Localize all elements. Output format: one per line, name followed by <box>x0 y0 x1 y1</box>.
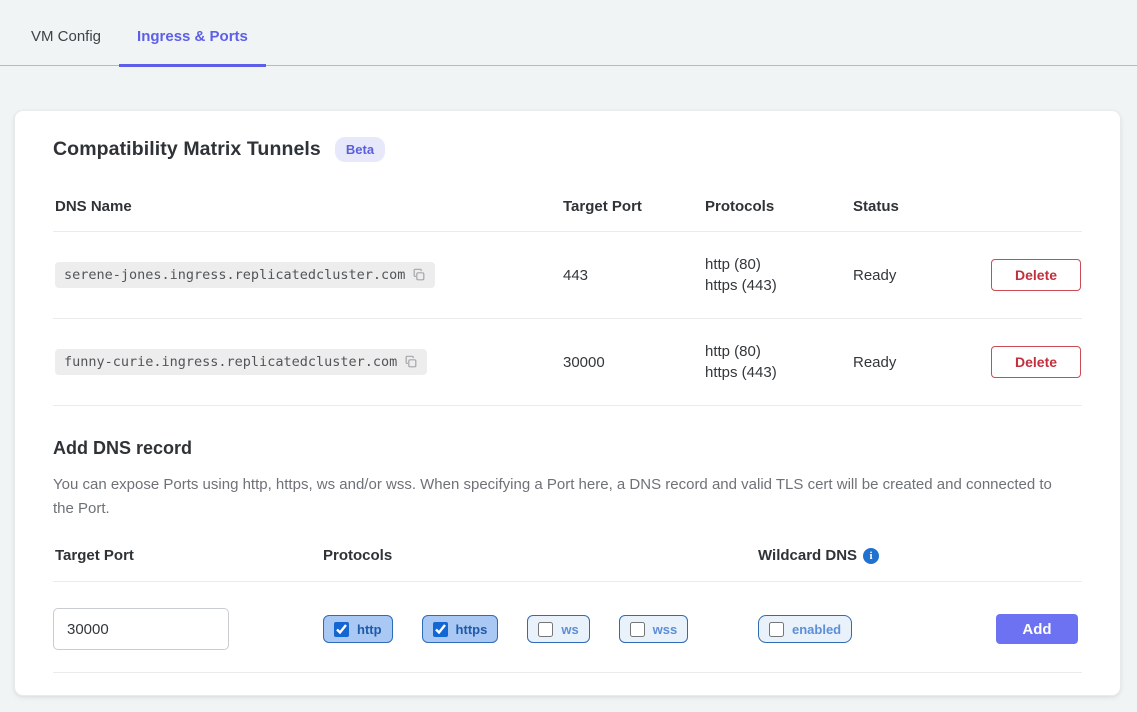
page-title: Compatibility Matrix Tunnels <box>53 138 321 161</box>
form-label-wildcard-dns: Wildcard DNS <box>758 547 857 564</box>
enabled-checkbox[interactable] <box>769 622 784 637</box>
protocol-checkbox-http[interactable]: http <box>323 615 393 643</box>
col-header-dns-name: DNS Name <box>53 198 563 215</box>
target-port-input[interactable] <box>53 608 229 650</box>
form-label-target-port: Target Port <box>53 547 323 564</box>
protocol-checkbox-wss[interactable]: wss <box>619 615 689 643</box>
protocols-cell: http (80) https (443) <box>705 254 853 296</box>
tab-vm-config[interactable]: VM Config <box>13 20 119 67</box>
ws-checkbox[interactable] <box>538 622 553 637</box>
dns-name-pill: funny-curie.ingress.replicatedcluster.co… <box>55 349 427 375</box>
add-dns-record-title: Add DNS record <box>53 438 1082 459</box>
protocol-checkbox-group: http https ws wss <box>323 615 758 643</box>
delete-button[interactable]: Delete <box>991 259 1081 291</box>
protocol-checkbox-ws[interactable]: ws <box>527 615 589 643</box>
col-header-protocols: Protocols <box>705 198 853 215</box>
form-label-protocols: Protocols <box>323 547 758 564</box>
copy-icon[interactable] <box>412 268 426 282</box>
add-button[interactable]: Add <box>996 614 1078 644</box>
table-row: funny-curie.ingress.replicatedcluster.co… <box>53 319 1082 406</box>
add-form-header: Target Port Protocols Wildcard DNS i <box>53 547 1082 582</box>
card-header: Compatibility Matrix Tunnels Beta <box>53 137 1082 162</box>
target-port-value: 443 <box>563 267 705 284</box>
protocols-cell: http (80) https (443) <box>705 341 853 383</box>
status-value: Ready <box>853 267 991 284</box>
add-form-row: http https ws wss enabled Add <box>53 582 1082 673</box>
tunnels-table-header: DNS Name Target Port Protocols Status <box>53 184 1082 232</box>
dns-name-text: funny-curie.ingress.replicatedcluster.co… <box>64 354 397 370</box>
tunnels-card: Compatibility Matrix Tunnels Beta DNS Na… <box>14 110 1121 696</box>
dns-name-text: serene-jones.ingress.replicatedcluster.c… <box>64 267 405 283</box>
wildcard-enabled-checkbox[interactable]: enabled <box>758 615 852 643</box>
protocol-checkbox-https[interactable]: https <box>422 615 499 643</box>
tab-bar: VM Config Ingress & Ports <box>0 20 1137 66</box>
col-header-target-port: Target Port <box>563 198 705 215</box>
copy-icon[interactable] <box>404 355 418 369</box>
http-checkbox[interactable] <box>334 622 349 637</box>
tab-ingress-ports[interactable]: Ingress & Ports <box>119 20 266 67</box>
col-header-status: Status <box>853 198 991 215</box>
target-port-value: 30000 <box>563 354 705 371</box>
wss-checkbox[interactable] <box>630 622 645 637</box>
https-checkbox[interactable] <box>433 622 448 637</box>
delete-button[interactable]: Delete <box>991 346 1081 378</box>
info-icon[interactable]: i <box>863 548 879 564</box>
status-value: Ready <box>853 354 991 371</box>
table-row: serene-jones.ingress.replicatedcluster.c… <box>53 232 1082 319</box>
dns-name-pill: serene-jones.ingress.replicatedcluster.c… <box>55 262 435 288</box>
beta-badge: Beta <box>335 137 385 162</box>
add-dns-description: You can expose Ports using http, https, … <box>53 473 1065 521</box>
